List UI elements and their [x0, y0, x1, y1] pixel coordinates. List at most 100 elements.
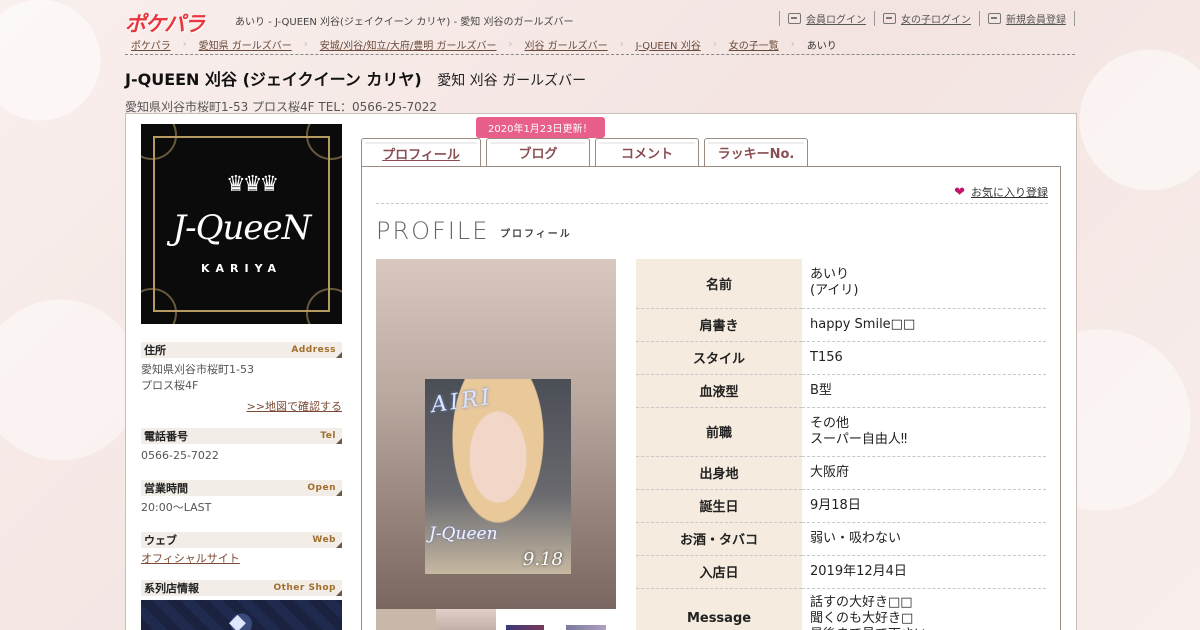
breadcrumb-item[interactable]: ポケパラ — [131, 37, 171, 52]
chevron-right-icon: › — [619, 38, 624, 50]
table-row: 出身地 大阪府 — [636, 456, 1046, 490]
profile-value: B型 — [802, 374, 1046, 408]
profile-key: Message — [636, 588, 802, 630]
logo-brand: J-QueeN — [172, 208, 312, 248]
profile-value: happy Smile□□ — [802, 308, 1046, 342]
profile-key: 入店日 — [636, 555, 802, 589]
profile-value: 2019年12月4日 — [802, 555, 1046, 589]
other-shop-header: 系列店情報 Other Shop — [141, 580, 342, 596]
map-link[interactable]: >>地図で確認する — [141, 398, 342, 414]
breadcrumb-current: あいり — [806, 40, 837, 52]
shop-area: 愛知 刈谷 ガールズバー — [437, 73, 587, 89]
web-header: ウェブ Web — [141, 532, 342, 548]
tab-bar: プロフィール ブログ コメント ラッキーNo. — [361, 138, 808, 167]
shop-header: J-QUEEN 刈谷 (ジェイクイーン カリヤ) 愛知 刈谷 ガールズバー 愛知… — [125, 66, 1075, 115]
address-en: Address — [291, 345, 336, 355]
favorite-row: ❤ お気に入り登録 — [376, 181, 1048, 204]
update-badge: 2020年1月23日更新！ — [476, 117, 605, 143]
top-bar: ポケパラ あいり - J-QUEEN 刈谷(ジェイクイーン カリヤ) - 愛知 … — [125, 6, 1075, 36]
login-icon — [883, 13, 896, 24]
profile-title: PROFILE — [376, 217, 490, 245]
table-row: スタイル T156 — [636, 341, 1046, 375]
web-block: ウェブ Web オフィシャルサイト — [141, 532, 342, 566]
page: ポケパラ あいり - J-QUEEN 刈谷(ジェイクイーン カリヤ) - 愛知 … — [0, 0, 1200, 630]
profile-value: その他 スーパー自由人‼ — [802, 407, 1046, 457]
logo-sub: KARIYA — [200, 262, 283, 275]
profile-key: 出身地 — [636, 456, 802, 490]
photo-thumbnails — [376, 609, 616, 630]
tab-profile[interactable]: プロフィール — [361, 138, 481, 167]
profile-value: あいり (アイリ) — [802, 259, 1046, 309]
other-shop-title: 系列店情報 — [144, 582, 199, 595]
profile-value: 弱い・吸わない — [802, 522, 1046, 556]
tel-en: Tel — [320, 431, 336, 441]
address-title: 住所 — [144, 344, 166, 357]
profile-value: 9月18日 — [802, 489, 1046, 523]
favorite-link[interactable]: お気に入り登録 — [971, 184, 1048, 200]
official-site-link[interactable]: オフィシャルサイト — [141, 550, 342, 566]
profile-key: 血液型 — [636, 374, 802, 408]
profile-key: 誕生日 — [636, 489, 802, 523]
crown-icon: ♛♛♛ — [226, 172, 279, 197]
chevron-right-icon: › — [182, 38, 187, 50]
profile-key: スタイル — [636, 341, 802, 375]
chevron-right-icon: › — [303, 38, 308, 50]
photo-thumbnail[interactable] — [436, 609, 496, 630]
chevron-right-icon: › — [508, 38, 513, 50]
member-login-link[interactable]: 会員ログイン — [779, 11, 874, 26]
heart-icon: ❤ — [954, 184, 965, 200]
register-icon — [988, 13, 1001, 24]
breadcrumb-item[interactable]: 女の子一覧 — [729, 37, 779, 52]
photo-brand-text: J-Queen — [429, 524, 498, 544]
photo-thumbnail[interactable] — [376, 609, 436, 630]
profile-key: 肩書き — [636, 308, 802, 342]
photo-date-text: 9.18 — [522, 549, 563, 570]
breadcrumb-item[interactable]: 愛知県 ガールズバー — [199, 37, 292, 52]
chevron-right-icon: › — [712, 38, 717, 50]
breadcrumb: ポケパラ › 愛知県 ガールズバー › 安城/刈谷/知立/大府/豊明 ガールズバ… — [125, 34, 1075, 55]
tab-lucky-number[interactable]: ラッキーNo. — [704, 138, 808, 166]
register-link[interactable]: 新規会員登録 — [979, 11, 1075, 26]
other-shop-banner[interactable]: ◆ — [141, 600, 342, 630]
girl-login-link[interactable]: 女の子ログイン — [874, 11, 979, 26]
tel-header: 電話番号 Tel — [141, 428, 342, 444]
profile-key: 前職 — [636, 407, 802, 457]
photo-thumbnail[interactable] — [556, 609, 616, 630]
table-row: 入店日 2019年12月4日 — [636, 555, 1046, 589]
breadcrumb-item[interactable]: 安城/刈谷/知立/大府/豊明 ガールズバー — [320, 37, 497, 52]
site-logo[interactable]: ポケパラ — [125, 8, 225, 36]
chevron-right-icon: › — [790, 38, 795, 50]
table-row: Message 話すの大好き□□ 聞くのも大好き□ 最後まで見て下さい — [636, 588, 1046, 630]
profile-table: 名前 あいり (アイリ) 肩書き happy Smile□□ スタイル T156… — [636, 259, 1046, 630]
profile-photo-frame: AIRI J-Queen 9.18 — [376, 259, 616, 609]
shop-name-text: J-QUEEN 刈谷 (ジェイクイーン カリヤ) — [125, 70, 422, 89]
other-shop-en: Other Shop — [273, 583, 336, 593]
tel-title: 電話番号 — [144, 430, 188, 443]
tab-comment[interactable]: コメント — [595, 138, 699, 166]
tab-panel: ❤ お気に入り登録 PROFILE プロフィール AIRI J-Queen 9.… — [361, 166, 1061, 630]
login-icon — [788, 13, 801, 24]
shop-logo-image[interactable]: ♛♛♛ J-QueeN KARIYA — [141, 124, 342, 324]
other-shop-block: 系列店情報 Other Shop ◆ — [141, 580, 342, 630]
open-en: Open — [307, 483, 336, 493]
table-row: 前職 その他 スーパー自由人‼ — [636, 407, 1046, 457]
address-text: 愛知県刈谷市桜町1-53 プロス桜4F — [141, 363, 254, 392]
table-row: 誕生日 9月18日 — [636, 489, 1046, 523]
photo-thumbnail[interactable] — [496, 609, 556, 630]
web-en: Web — [312, 535, 336, 545]
tab-blog[interactable]: ブログ — [486, 138, 590, 166]
table-row: 血液型 B型 — [636, 374, 1046, 408]
breadcrumb-item[interactable]: 刈谷 ガールズバー — [524, 37, 607, 52]
photo-name-text: AIRI — [429, 384, 495, 419]
profile-photo[interactable]: AIRI J-Queen 9.18 — [425, 379, 571, 574]
profile-value: 話すの大好き□□ 聞くのも大好き□ 最後まで見て下さい — [802, 588, 1046, 630]
member-login-label: 会員ログイン — [806, 15, 866, 26]
table-row: 名前 あいり (アイリ) — [636, 259, 1046, 309]
open-text: 20:00～LAST — [141, 501, 212, 514]
register-label: 新規会員登録 — [1006, 15, 1066, 26]
profile-key: 名前 — [636, 259, 802, 309]
open-block: 営業時間 Open 20:00～LAST — [141, 480, 342, 516]
site-title: あいり - J-QUEEN 刈谷(ジェイクイーン カリヤ) - 愛知 刈谷のガー… — [235, 17, 574, 28]
header-links: 会員ログイン 女の子ログイン 新規会員登録 — [779, 11, 1075, 26]
breadcrumb-item[interactable]: J-QUEEN 刈谷 — [636, 37, 701, 52]
